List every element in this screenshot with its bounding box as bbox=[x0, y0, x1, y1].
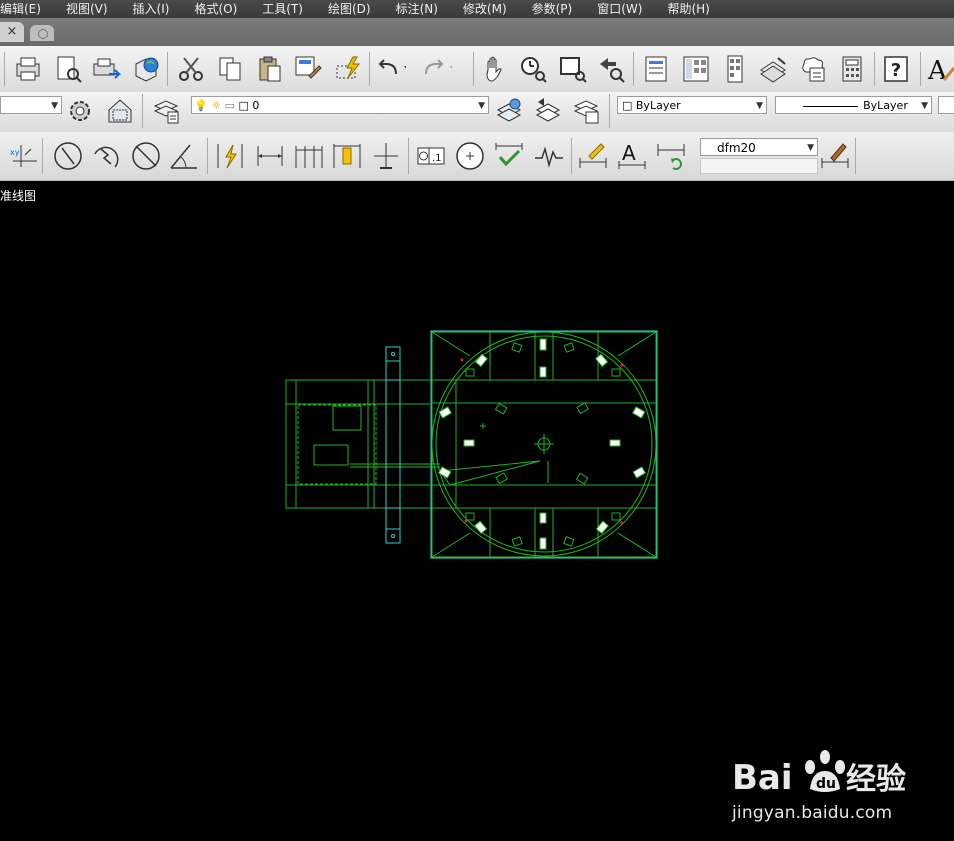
angular-dimension-icon[interactable] bbox=[168, 140, 200, 172]
plot-preview-icon[interactable] bbox=[52, 53, 84, 85]
svg-text:Bai: Bai bbox=[732, 758, 793, 798]
menu-item[interactable]: 修改(M) bbox=[463, 0, 517, 18]
dimension-style-value: dfm20 bbox=[717, 141, 756, 155]
linetype-value: ByLayer bbox=[863, 99, 908, 112]
inspect-icon[interactable] bbox=[493, 140, 525, 172]
menu-item[interactable]: 视图(V) bbox=[66, 0, 118, 18]
menu-item[interactable]: 工具(T) bbox=[262, 0, 313, 18]
workspace-combo[interactable]: ▼ bbox=[0, 96, 62, 114]
dimension-text-edit-icon[interactable]: A bbox=[616, 140, 648, 172]
gear-icon[interactable] bbox=[64, 95, 96, 127]
svg-text:xy: xy bbox=[10, 148, 20, 157]
lock-icon: ▭ bbox=[224, 99, 235, 112]
help-icon[interactable]: ? bbox=[880, 53, 912, 85]
menu-item[interactable]: 绘图(D) bbox=[328, 0, 381, 18]
color-swatch-icon: □ bbox=[238, 99, 249, 112]
svg-text:.1: .1 bbox=[432, 153, 442, 164]
zoom-previous-icon[interactable] bbox=[595, 53, 627, 85]
workspace-home-icon[interactable] bbox=[104, 95, 136, 127]
svg-text:du: du bbox=[816, 776, 836, 792]
copy-icon[interactable] bbox=[214, 53, 246, 85]
svg-text:?: ? bbox=[891, 60, 901, 81]
svg-text:经验: 经验 bbox=[846, 762, 906, 797]
menu-item[interactable]: 格式(O) bbox=[194, 0, 247, 18]
baseline-dimension-icon[interactable] bbox=[293, 140, 325, 172]
color-combo[interactable]: □ ByLayer ▼ bbox=[617, 96, 767, 114]
layers-toolbar: ▼ 💡 ☼ ▭ □ 0 ▼ □ ByLayer ▼ ByLayer ▼ bbox=[0, 92, 954, 133]
menu-item[interactable]: 帮助(H) bbox=[667, 0, 719, 18]
color-value: ByLayer bbox=[635, 99, 681, 112]
block-editor-icon[interactable] bbox=[332, 53, 364, 85]
dimension-edit-icon[interactable] bbox=[577, 140, 609, 172]
pan-icon[interactable] bbox=[479, 53, 511, 85]
menu-item[interactable]: 标注(N) bbox=[396, 0, 448, 18]
properties-icon[interactable] bbox=[640, 53, 672, 85]
baidu-watermark: Bai du 经验 jingyan.baidu.com bbox=[730, 741, 950, 841]
linetype-sample bbox=[803, 105, 859, 107]
publish-icon[interactable] bbox=[90, 53, 122, 85]
paste-icon[interactable] bbox=[254, 53, 286, 85]
current-layer-name: 0 bbox=[252, 99, 260, 112]
sun-icon: ☼ bbox=[211, 99, 222, 112]
dimension-space-icon[interactable] bbox=[370, 140, 402, 172]
ordinate-dimension-icon[interactable]: xy bbox=[8, 140, 40, 172]
new-tab-button[interactable] bbox=[30, 25, 54, 41]
layer-combo[interactable]: 💡 ☼ ▭ □ 0 ▼ bbox=[191, 96, 489, 114]
continue-dimension-icon[interactable] bbox=[331, 140, 363, 172]
quickcalc-icon[interactable] bbox=[836, 53, 868, 85]
layer-current-icon[interactable] bbox=[494, 95, 526, 127]
standard-toolbar: ? A bbox=[0, 46, 954, 93]
menu-item[interactable]: 编辑(E) bbox=[0, 0, 51, 18]
menu-bar: 编辑(E) 视图(V) 插入(I) 格式(O) 工具(T) 绘图(D) 标注(N) 修改(M)… bbox=[0, 0, 954, 18]
3d-dwf-icon[interactable] bbox=[131, 53, 163, 85]
close-tab-button[interactable]: × bbox=[0, 22, 24, 42]
layer-state-manager-icon[interactable] bbox=[571, 95, 603, 127]
watermark-url: jingyan.baidu.com bbox=[732, 803, 893, 823]
baidu-paw-logo-icon: Bai du 经验 bbox=[732, 750, 906, 798]
cut-icon[interactable] bbox=[175, 53, 207, 85]
jogged-dimension-icon[interactable] bbox=[91, 140, 123, 172]
undo-icon[interactable] bbox=[374, 53, 406, 85]
menu-item[interactable]: 插入(I) bbox=[133, 0, 180, 18]
dimension-toolbar: xy .1 A dfm20 ▼ bbox=[0, 132, 954, 181]
quick-dimension-icon[interactable] bbox=[214, 140, 246, 172]
plot-icon[interactable] bbox=[12, 53, 44, 85]
dimension-style-combo[interactable]: dfm20 ▼ bbox=[700, 138, 818, 156]
menu-item[interactable]: 参数(P) bbox=[532, 0, 583, 18]
dimension-style-placeholder bbox=[700, 158, 818, 174]
center-mark-icon[interactable] bbox=[454, 140, 486, 172]
layer-properties-icon[interactable] bbox=[151, 95, 183, 127]
match-properties-icon[interactable] bbox=[292, 53, 324, 85]
zoom-realtime-icon[interactable] bbox=[517, 53, 549, 85]
tool-palettes-icon[interactable] bbox=[719, 53, 751, 85]
lineweight-combo[interactable] bbox=[938, 96, 954, 114]
text-style-icon[interactable]: A bbox=[926, 53, 954, 85]
menu-item[interactable]: 窗口(W) bbox=[597, 0, 652, 18]
linetype-combo[interactable]: ByLayer ▼ bbox=[775, 96, 932, 114]
diameter-dimension-icon[interactable] bbox=[130, 140, 162, 172]
dimension-style-icon[interactable] bbox=[819, 140, 851, 172]
linear-dimension-icon[interactable] bbox=[254, 140, 286, 172]
drawing-canvas[interactable]: 准线图 Bai du 经验 jingyan.baidu.com bbox=[0, 181, 954, 823]
design-center-icon[interactable] bbox=[680, 53, 712, 85]
cad-drawing bbox=[285, 330, 658, 559]
color-swatch-icon: □ bbox=[622, 99, 636, 112]
svg-text:A: A bbox=[622, 141, 636, 165]
sheet-set-manager-icon[interactable] bbox=[757, 53, 789, 85]
zoom-window-icon[interactable] bbox=[557, 53, 589, 85]
redo-icon[interactable] bbox=[420, 53, 452, 85]
radius-dimension-icon[interactable] bbox=[52, 140, 84, 172]
tolerance-icon[interactable]: .1 bbox=[415, 140, 447, 172]
document-tab-strip: × bbox=[0, 18, 954, 46]
layer-state-icons: 💡 bbox=[194, 99, 208, 112]
dimension-update-icon[interactable] bbox=[655, 140, 687, 172]
layer-previous-icon[interactable] bbox=[533, 95, 565, 127]
jogged-linear-icon[interactable] bbox=[533, 140, 565, 172]
markup-set-manager-icon[interactable] bbox=[797, 53, 829, 85]
